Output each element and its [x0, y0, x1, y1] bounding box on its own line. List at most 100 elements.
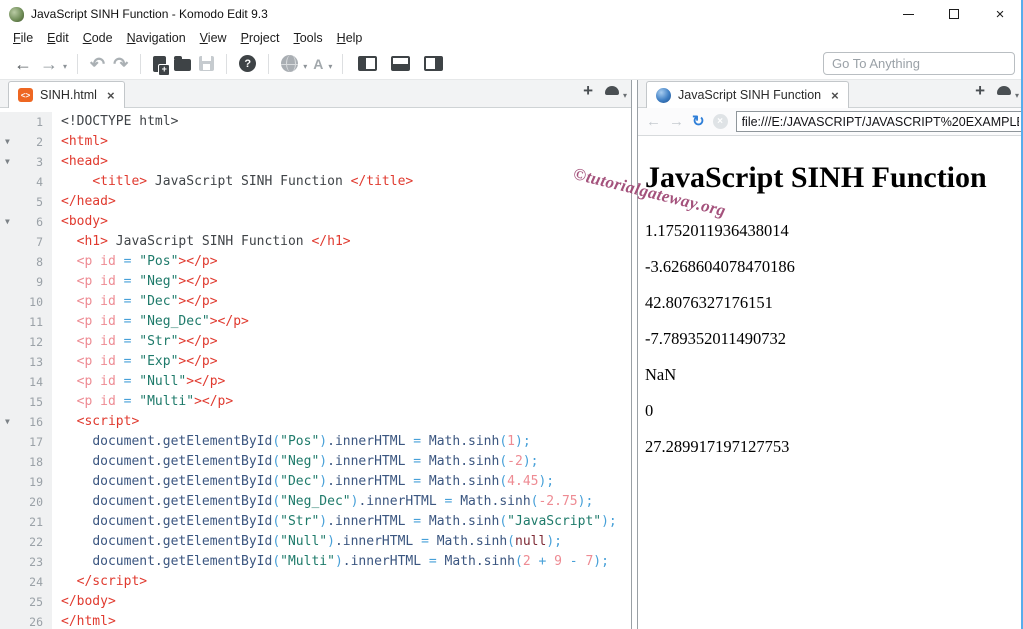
- code-line[interactable]: 8 <p id = "Pos"></p>: [0, 252, 631, 272]
- code-line[interactable]: 23 document.getElementById("Multi").inne…: [0, 552, 631, 572]
- tab-list-button[interactable]: [997, 86, 1019, 100]
- open-file-button[interactable]: [174, 56, 192, 71]
- code-line[interactable]: 18 document.getElementById("Neg").innerH…: [0, 452, 631, 472]
- menu-item-code[interactable]: Code: [76, 31, 120, 45]
- line-number: 23: [0, 552, 52, 572]
- code-text: </body>: [61, 594, 116, 609]
- browser-refresh-button[interactable]: ↻: [692, 114, 705, 129]
- code-line[interactable]: 11 <p id = "Neg_Dec"></p>: [0, 312, 631, 332]
- preview-tabbar: JavaScript SINH Function × +: [638, 80, 1023, 108]
- new-file-button[interactable]: [153, 55, 171, 76]
- browser-stop-button[interactable]: ×: [712, 114, 728, 129]
- code-line[interactable]: 3 ▼ <head>: [0, 152, 631, 172]
- globe-blue-icon: [656, 87, 671, 103]
- code-line[interactable]: 16 ▼ <script>: [0, 412, 631, 432]
- maximize-button[interactable]: [931, 0, 977, 28]
- font-button[interactable]: A: [313, 56, 323, 72]
- code-line[interactable]: 7 <h1> JavaScript SINH Function </h1>: [0, 232, 631, 252]
- menu-item-help[interactable]: Help: [330, 31, 370, 45]
- fold-arrow-icon[interactable]: ▼: [5, 152, 10, 172]
- code-text: <p id = "Str"></p>: [76, 334, 218, 349]
- tab-list-button[interactable]: [605, 86, 627, 100]
- main-area: <> SINH.html × + 1 <!DOCTYPE html> 2▼ <html…: [0, 80, 1023, 629]
- code-text: document.getElementById("Dec").innerHTML…: [92, 474, 555, 489]
- code-line[interactable]: 1 <!DOCTYPE html>: [0, 112, 631, 132]
- menu-item-file[interactable]: File: [6, 31, 40, 45]
- font-dropdown-icon[interactable]: ▾: [328, 62, 332, 71]
- close-button[interactable]: ×: [977, 0, 1023, 28]
- code-text: document.getElementById("Neg_Dec").inner…: [92, 494, 594, 509]
- line-number: 19: [0, 472, 52, 492]
- forward-button[interactable]: →: [40, 55, 58, 73]
- code-line[interactable]: 26 </html>: [0, 612, 631, 629]
- code-line[interactable]: 9 <p id = "Neg"></p>: [0, 272, 631, 292]
- menu-item-project[interactable]: Project: [234, 31, 287, 45]
- code-line[interactable]: 14 <p id = "Null"></p>: [0, 372, 631, 392]
- address-bar[interactable]: [735, 111, 1023, 132]
- save-icon: [199, 56, 215, 71]
- goto-anything-input[interactable]: [823, 52, 1015, 75]
- code-line[interactable]: 4 <title> JavaScript SINH Function </tit…: [0, 172, 631, 192]
- code-line[interactable]: 5 </head>: [0, 192, 631, 212]
- forward-dropdown-icon[interactable]: ▾: [63, 62, 67, 71]
- minimize-button[interactable]: [885, 0, 931, 28]
- code-line[interactable]: 19 document.getElementById("Dec").innerH…: [0, 472, 631, 492]
- back-button[interactable]: ←: [14, 55, 32, 73]
- new-tab-button[interactable]: +: [583, 82, 593, 99]
- code-text: </html>: [61, 614, 116, 629]
- maximize-icon: [949, 9, 959, 19]
- fold-arrow-icon[interactable]: ▼: [5, 132, 10, 152]
- line-number: 7: [0, 232, 52, 252]
- help-button[interactable]: ?: [239, 55, 257, 72]
- save-button[interactable]: [199, 56, 215, 71]
- code-text: document.getElementById("Pos").innerHTML…: [92, 434, 531, 449]
- pane-splitter[interactable]: [631, 80, 638, 629]
- code-text: <p id = "Null"></p>: [76, 374, 226, 389]
- code-line[interactable]: 10 <p id = "Dec"></p>: [0, 292, 631, 312]
- undo-button[interactable]: ↶: [90, 55, 105, 73]
- code-text: <p id = "Neg_Dec"></p>: [76, 314, 249, 329]
- browser-preview-button[interactable]: [281, 55, 299, 72]
- tab-close-icon[interactable]: ×: [107, 89, 115, 102]
- menu-item-navigation[interactable]: Navigation: [120, 31, 193, 45]
- code-line[interactable]: 13 <p id = "Exp"></p>: [0, 352, 631, 372]
- new-tab-button[interactable]: +: [975, 82, 985, 99]
- browser-pane: JavaScript SINH Function × + ← → ↻ × Jav…: [638, 80, 1023, 629]
- code-line[interactable]: 20 document.getElementById("Neg_Dec").in…: [0, 492, 631, 512]
- toolbar-separator: [140, 53, 142, 74]
- menu-item-tools[interactable]: Tools: [286, 31, 329, 45]
- tab-close-icon[interactable]: ×: [831, 89, 839, 102]
- code-line[interactable]: 22 document.getElementById("Null").inner…: [0, 532, 631, 552]
- code-line[interactable]: 24 </script>: [0, 572, 631, 592]
- code-text: </head>: [61, 194, 116, 209]
- editor-tab-sinh-html[interactable]: <> SINH.html ×: [8, 81, 125, 108]
- left-pane-toggle-button[interactable]: [355, 56, 380, 71]
- fold-arrow-icon[interactable]: ▼: [5, 412, 10, 432]
- line-number: 5: [0, 192, 52, 212]
- browser-back-button[interactable]: ←: [646, 114, 661, 129]
- browser-forward-button[interactable]: →: [669, 114, 684, 129]
- right-pane-toggle-button[interactable]: [421, 56, 446, 71]
- fold-arrow-icon[interactable]: ▼: [5, 212, 10, 232]
- code-line[interactable]: 21 document.getElementById("Str").innerH…: [0, 512, 631, 532]
- preview-tabbar-icons: +: [975, 82, 1023, 107]
- preview-tab[interactable]: JavaScript SINH Function ×: [646, 81, 849, 108]
- code-text: <p id = "Neg"></p>: [76, 274, 218, 289]
- code-line[interactable]: 15 <p id = "Multi"></p>: [0, 392, 631, 412]
- menu-item-edit[interactable]: Edit: [40, 31, 76, 45]
- code-text: document.getElementById("Str").innerHTML…: [92, 514, 617, 529]
- menu-item-view[interactable]: View: [193, 31, 234, 45]
- line-number: 21: [0, 512, 52, 532]
- code-line[interactable]: 6 ▼ <body>: [0, 212, 631, 232]
- code-line[interactable]: 2 ▼ <html>: [0, 132, 631, 152]
- browser-preview-dropdown-icon[interactable]: ▾: [303, 62, 307, 71]
- code-line[interactable]: 12 <p id = "Str"></p>: [0, 332, 631, 352]
- redo-button[interactable]: ↷: [113, 55, 128, 73]
- code-line[interactable]: 25 </body>: [0, 592, 631, 612]
- code-editor[interactable]: 1 <!DOCTYPE html> 2 ▼ <html> 3 ▼ <head> 4 <title…: [0, 108, 631, 629]
- sinh-result: NaN: [645, 365, 677, 384]
- preview-heading: JavaScript SINH Function: [645, 161, 987, 194]
- sinh-result: 42.8076327176151: [645, 293, 773, 312]
- bottom-pane-toggle-button[interactable]: [388, 56, 413, 71]
- code-line[interactable]: 17 document.getElementById("Pos").innerH…: [0, 432, 631, 452]
